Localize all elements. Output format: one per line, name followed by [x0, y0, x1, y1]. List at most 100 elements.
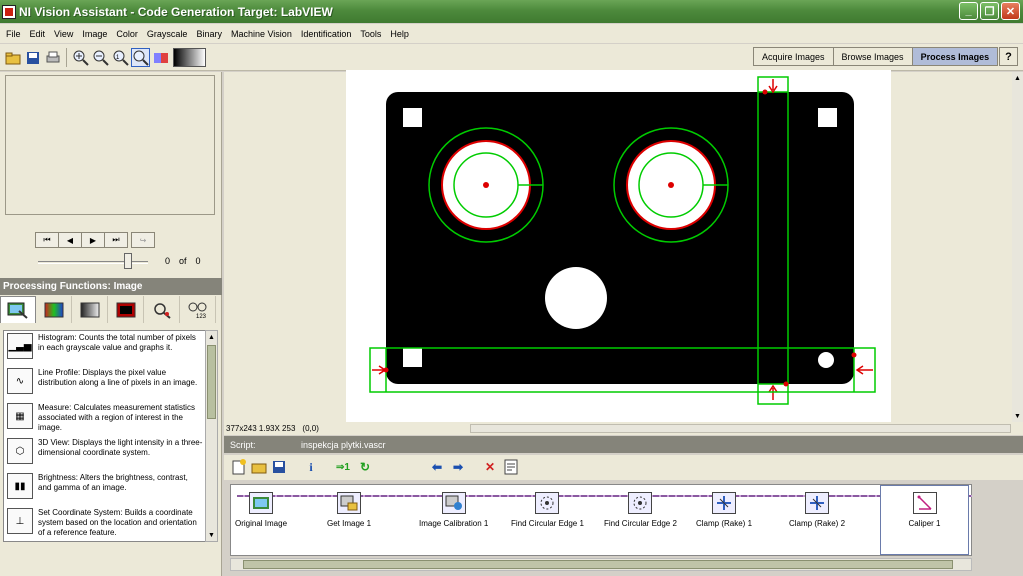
- zoom-out-icon[interactable]: [91, 48, 110, 67]
- line-profile-icon: ∿: [7, 368, 33, 394]
- menu-help[interactable]: Help: [386, 29, 414, 39]
- menu-grayscale[interactable]: Grayscale: [143, 29, 193, 39]
- move-left-icon[interactable]: ⬅: [428, 458, 446, 476]
- zoom-fit-icon[interactable]: [131, 48, 150, 67]
- center-point-left: [483, 182, 489, 188]
- goto-image-button[interactable]: ↪: [131, 232, 155, 248]
- function-description: Set Coordinate System: Builds a coordina…: [38, 508, 197, 537]
- menu-identification[interactable]: Identification: [297, 29, 357, 39]
- menu-file[interactable]: File: [2, 29, 26, 39]
- tab-identification-functions[interactable]: 123: [180, 296, 216, 323]
- create-vi-icon[interactable]: [502, 458, 520, 476]
- counter-total: 0: [195, 256, 201, 266]
- close-button[interactable]: ✕: [1001, 2, 1020, 20]
- scroll-up-icon[interactable]: ▲: [1012, 72, 1023, 84]
- menu-view[interactable]: View: [50, 29, 78, 39]
- image-slider-thumb[interactable]: [124, 253, 132, 269]
- svg-text:123: 123: [196, 314, 207, 319]
- processing-tabs: 123: [0, 296, 222, 323]
- info-icon[interactable]: i: [302, 458, 320, 476]
- scrollbar-thumb[interactable]: [243, 560, 953, 569]
- maximize-button[interactable]: ❐: [980, 2, 999, 20]
- function-measure[interactable]: ▦ Measure: Calculates measurement statis…: [4, 401, 205, 436]
- tab-grayscale-functions[interactable]: [72, 296, 108, 323]
- step-original-image[interactable]: Original Image: [235, 492, 287, 528]
- grayscale-palette-icon[interactable]: [173, 48, 206, 67]
- step-caliper[interactable]: Caliper 1: [880, 485, 969, 555]
- scroll-down-icon[interactable]: ▼: [206, 529, 217, 541]
- step-find-circular-edge-1[interactable]: Find Circular Edge 1: [511, 492, 584, 528]
- prev-image-button[interactable]: ◀: [58, 232, 82, 248]
- brightness-icon: ▮▮: [7, 473, 33, 499]
- title-bar: NI Vision Assistant - Code Generation Ta…: [0, 0, 1023, 23]
- clamp-icon: [805, 492, 829, 514]
- caliper-icon: [912, 492, 937, 514]
- menu-tools[interactable]: Tools: [356, 29, 386, 39]
- left-pane: ⏮ ◀ ▶ ⏭ ↪ 0 of 0 Processing Functions: I…: [0, 72, 222, 576]
- viewer-horizontal-scrollbar[interactable]: [470, 424, 1011, 433]
- original-image-icon: [249, 492, 274, 514]
- mode-tabs: Acquire Images Browse Images Process Ima…: [753, 47, 999, 66]
- next-image-button[interactable]: ▶: [81, 232, 105, 248]
- image-canvas[interactable]: [346, 70, 891, 422]
- step-clamp-rake-1[interactable]: Clamp (Rake) 1: [696, 492, 752, 528]
- open-script-icon[interactable]: [250, 458, 268, 476]
- inspected-image: [369, 76, 876, 405]
- corner-square: [403, 108, 422, 127]
- processing-function-list: ▁▃▅ Histogram: Counts the total number o…: [3, 330, 206, 542]
- center-point-right: [668, 182, 674, 188]
- step-image-calibration[interactable]: Image Calibration 1: [419, 492, 488, 528]
- open-image-icon[interactable]: [3, 48, 22, 67]
- function-histogram[interactable]: ▁▃▅ Histogram: Counts the total number o…: [4, 331, 205, 366]
- circular-edge-icon: [535, 492, 560, 514]
- image-info: 377x243 1.93X 253: [226, 424, 296, 433]
- script-area: Original Image Get Image 1 Image Calibra…: [230, 484, 972, 556]
- run-once-icon[interactable]: ⇒1: [334, 458, 352, 476]
- menu-edit[interactable]: Edit: [26, 29, 51, 39]
- palette-icon[interactable]: [151, 48, 170, 67]
- viewer-vertical-scrollbar[interactable]: ▲ ▼: [1012, 72, 1023, 422]
- first-image-button[interactable]: ⏮: [35, 232, 59, 248]
- tab-acquire-images[interactable]: Acquire Images: [753, 47, 834, 66]
- run-continuous-icon[interactable]: ↻: [356, 458, 374, 476]
- scrollbar-thumb[interactable]: [207, 345, 216, 419]
- script-horizontal-scrollbar[interactable]: [230, 558, 972, 571]
- scroll-down-icon[interactable]: ▼: [1012, 410, 1023, 422]
- last-image-button[interactable]: ⏭: [104, 232, 128, 248]
- delete-step-icon[interactable]: ✕: [481, 458, 499, 476]
- minimize-button[interactable]: _: [959, 2, 978, 20]
- zoom-in-icon[interactable]: [71, 48, 90, 67]
- new-script-icon[interactable]: [230, 458, 248, 476]
- function-list-scrollbar[interactable]: ▲ ▼: [205, 330, 218, 542]
- function-brightness[interactable]: ▮▮ Brightness: Alters the brightness, co…: [4, 471, 205, 506]
- tab-browse-images[interactable]: Browse Images: [832, 47, 913, 66]
- zoom-1to1-icon[interactable]: 1: [111, 48, 130, 67]
- script-filename: inspekcja plytki.vascr: [301, 439, 386, 450]
- thumbnail-preview: [5, 75, 215, 215]
- menu-binary[interactable]: Binary: [192, 29, 227, 39]
- tab-image-functions[interactable]: [0, 296, 36, 323]
- tab-binary-functions[interactable]: [108, 296, 144, 323]
- save-image-icon[interactable]: [23, 48, 42, 67]
- tab-machine-vision-functions[interactable]: [144, 296, 180, 323]
- clamp-icon: [712, 492, 736, 514]
- move-right-icon[interactable]: ➡: [449, 458, 467, 476]
- function-3d-view[interactable]: ⬡ 3D View: Displays the light intensity …: [4, 436, 205, 471]
- print-icon[interactable]: [43, 48, 62, 67]
- menu-image[interactable]: Image: [78, 29, 112, 39]
- hole-bottom: [545, 267, 607, 329]
- step-get-image[interactable]: Get Image 1: [327, 492, 371, 528]
- function-set-coordinate-system[interactable]: ⊥ Set Coordinate System: Builds a coordi…: [4, 506, 205, 541]
- step-find-circular-edge-2[interactable]: Find Circular Edge 2: [604, 492, 677, 528]
- window-title: NI Vision Assistant - Code Generation Ta…: [19, 4, 333, 19]
- tab-process-images[interactable]: Process Images: [911, 47, 999, 66]
- function-line-profile[interactable]: ∿ Line Profile: Displays the pixel value…: [4, 366, 205, 401]
- help-button[interactable]: ?: [999, 47, 1018, 66]
- tab-color-functions[interactable]: [36, 296, 72, 323]
- menu-machine-vision[interactable]: Machine Vision: [227, 29, 297, 39]
- scroll-up-icon[interactable]: ▲: [206, 331, 217, 343]
- 3d-view-icon: ⬡: [7, 438, 33, 464]
- menu-color[interactable]: Color: [112, 29, 143, 39]
- step-clamp-rake-2[interactable]: Clamp (Rake) 2: [789, 492, 845, 528]
- save-script-icon[interactable]: [270, 458, 288, 476]
